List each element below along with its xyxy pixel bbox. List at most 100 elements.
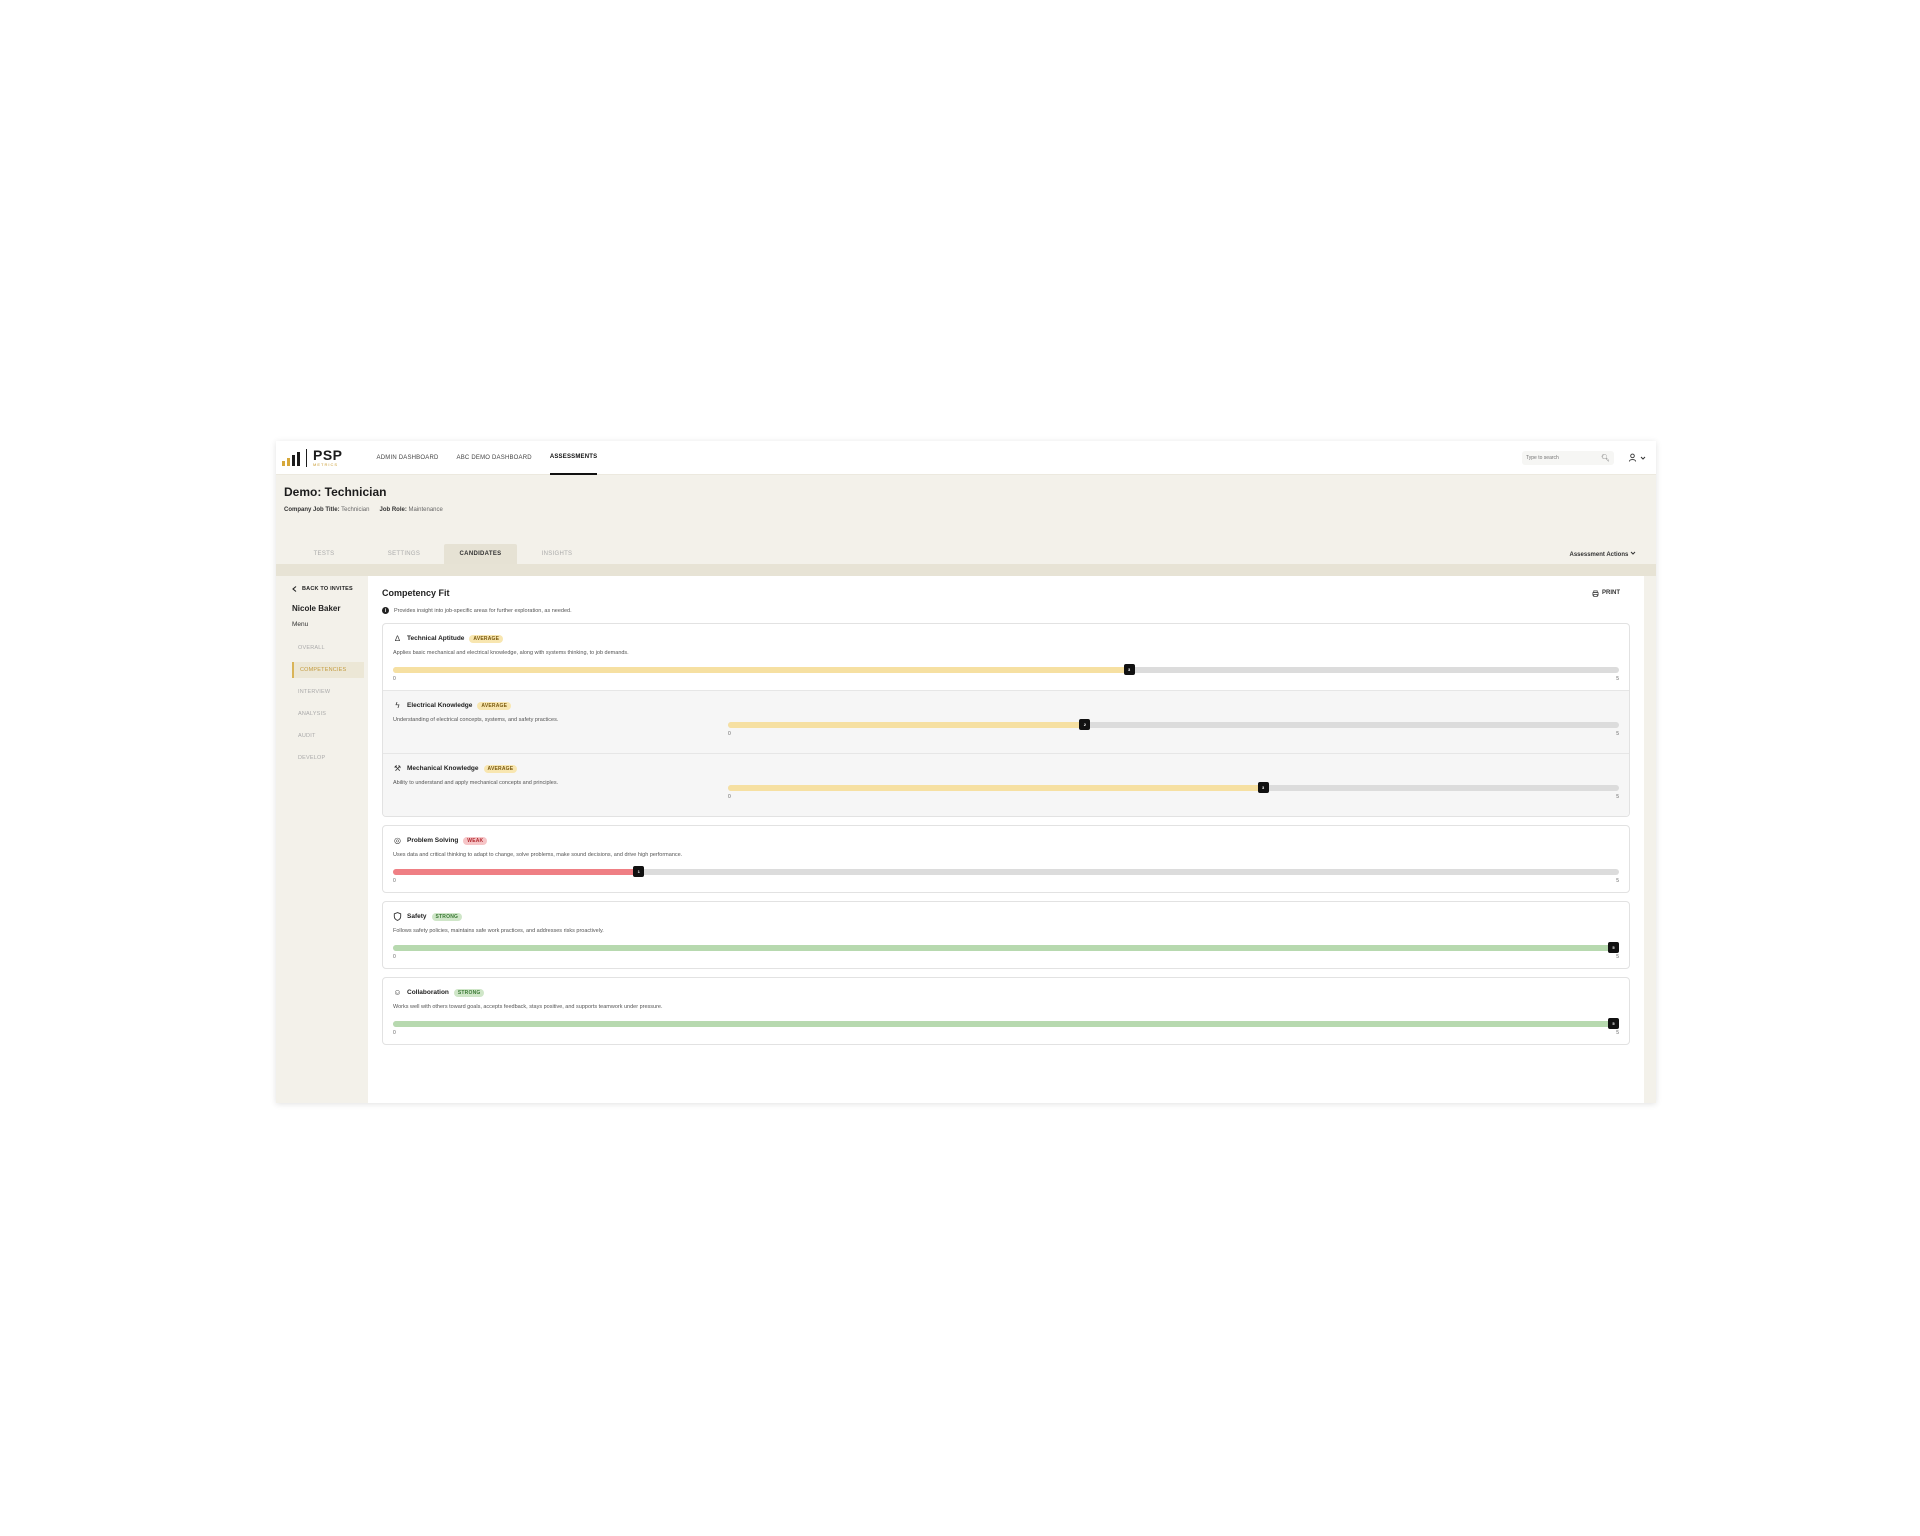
rating-badge: AVERAGE <box>477 701 512 710</box>
rating-badge: WEAK <box>463 836 488 845</box>
score-bar: 5 0 5 <box>393 1018 1619 1036</box>
scale-min: 0 <box>393 954 396 960</box>
scale-min: 0 <box>393 676 396 682</box>
top-nav: PSP METRICS ADMIN DASHBOARD ABC DEMO DAS… <box>276 441 1656 475</box>
competency-electrical-knowledge: ϟ Electrical Knowledge AVERAGE Understan… <box>383 690 1629 753</box>
score-marker: 3 <box>1257 782 1269 793</box>
competency-name: Electrical Knowledge <box>407 702 473 709</box>
score-bar: 5 0 5 <box>393 942 1619 960</box>
sidebar-item-competencies[interactable]: COMPETENCIES <box>292 662 364 678</box>
assessment-tabs: TESTS SETTINGS CANDIDATES INSIGHTS <box>284 544 597 564</box>
tab-insights[interactable]: INSIGHTS <box>517 544 597 564</box>
content-area: BACK TO INVITES Nicole Baker Menu OVERAL… <box>284 576 1644 1103</box>
job-title-label: Company Job Title: <box>284 507 340 513</box>
competency-mechanical-knowledge: ⚒︎ Mechanical Knowledge AVERAGE Ability … <box>383 753 1629 816</box>
print-button[interactable]: PRINT <box>1592 590 1620 597</box>
score-bar: 3 0 5 <box>393 664 1619 682</box>
score-track <box>728 722 1619 728</box>
lightning-icon: ϟ <box>395 701 400 710</box>
score-marker: 5 <box>1608 1018 1619 1029</box>
score-track <box>393 667 1619 673</box>
score-fill <box>393 1021 1619 1027</box>
tab-candidates[interactable]: CANDIDATES <box>444 544 517 564</box>
tab-settings[interactable]: SETTINGS <box>364 544 444 564</box>
score-track <box>728 785 1619 791</box>
rating-badge: AVERAGE <box>483 764 518 773</box>
competency-problem-solving: ◎ Problem Solving WEAK Uses data and cri… <box>383 826 1629 892</box>
competency-name: Problem Solving <box>407 837 459 844</box>
score-track <box>393 945 1619 951</box>
score-fill <box>728 785 1263 791</box>
user-menu[interactable] <box>1628 453 1646 462</box>
scale-max: 5 <box>1616 794 1619 800</box>
scale-max: 5 <box>1616 878 1619 884</box>
competency-card-collaboration: ☺︎ Collaboration STRONG Works well with … <box>382 977 1630 1045</box>
sidebar-menu: OVERALL COMPETENCIES INTERVIEW ANALYSIS … <box>292 640 364 766</box>
scale-min: 0 <box>728 731 731 737</box>
nav-abc-demo-dashboard[interactable]: ABC DEMO DASHBOARD <box>457 441 532 475</box>
competency-description: Follows safety policies, maintains safe … <box>393 928 604 934</box>
competency-panel: Competency Fit PRINT i Provides insight … <box>368 576 1644 1103</box>
competency-description: Works well with others toward goals, acc… <box>393 1004 663 1010</box>
score-marker: 2 <box>1079 719 1091 730</box>
scale-max: 5 <box>1616 731 1619 737</box>
competency-card-safety: Safety STRONG Follows safety policies, m… <box>382 901 1630 969</box>
printer-icon <box>1592 590 1599 597</box>
job-title-value: Technician <box>341 507 370 513</box>
score-marker: 3 <box>1123 664 1135 675</box>
competency-safety: Safety STRONG Follows safety policies, m… <box>383 902 1629 968</box>
competency-description: Uses data and critical thinking to adapt… <box>393 852 683 858</box>
nav-assessments[interactable]: ASSESSMENTS <box>549 441 598 475</box>
chevron-down-icon <box>1630 551 1636 555</box>
logo-divider <box>306 448 307 467</box>
score-marker: 5 <box>1608 942 1619 953</box>
score-fill <box>728 722 1085 728</box>
logo-text: PSP <box>313 447 343 463</box>
info-icon: i <box>382 607 389 614</box>
search-icon[interactable]: 🔍︎ <box>1601 454 1610 462</box>
sidebar-item-interview[interactable]: INTERVIEW <box>292 684 364 700</box>
scale-min: 0 <box>393 1030 396 1036</box>
page-title: Demo: Technician <box>284 485 387 499</box>
sidebar-item-audit[interactable]: AUDIT <box>292 728 364 744</box>
page-header: Demo: Technician Company Job Title: Tech… <box>276 475 1656 564</box>
competency-name: Collaboration <box>407 989 449 996</box>
logo-subtext: METRICS <box>313 462 338 467</box>
wrench-icon: ⚒︎ <box>393 764 402 773</box>
nav-links: ADMIN DASHBOARD ABC DEMO DASHBOARD ASSES… <box>377 441 598 475</box>
candidate-sidebar: BACK TO INVITES Nicole Baker Menu OVERAL… <box>284 576 368 1103</box>
score-track <box>393 1021 1619 1027</box>
scale-min: 0 <box>393 878 396 884</box>
people-icon: ☺︎ <box>393 988 402 997</box>
competency-name: Mechanical Knowledge <box>407 765 479 772</box>
back-to-invites-link[interactable]: BACK TO INVITES <box>292 586 364 592</box>
chevron-left-icon <box>292 586 297 592</box>
sidebar-item-overall[interactable]: OVERALL <box>292 640 364 656</box>
rating-badge: AVERAGE <box>469 634 504 643</box>
nav-admin-dashboard[interactable]: ADMIN DASHBOARD <box>377 441 439 475</box>
competency-card-problem-solving: ◎ Problem Solving WEAK Uses data and cri… <box>382 825 1630 893</box>
app-window: PSP METRICS ADMIN DASHBOARD ABC DEMO DAS… <box>276 441 1656 1103</box>
menu-label: Menu <box>292 621 309 628</box>
header-band <box>276 564 1656 576</box>
info-note: i Provides insight into job-specific are… <box>382 607 1630 614</box>
brain-icon: ◎ <box>394 836 401 845</box>
score-fill <box>393 945 1619 951</box>
tab-tests[interactable]: TESTS <box>284 544 364 564</box>
search-box: 🔍︎ <box>1522 450 1614 465</box>
back-label: BACK TO INVITES <box>302 586 353 592</box>
competency-collaboration: ☺︎ Collaboration STRONG Works well with … <box>383 978 1629 1044</box>
scale-max: 5 <box>1616 954 1619 960</box>
scale-max: 5 <box>1616 1030 1619 1036</box>
chevron-down-icon <box>1640 456 1646 460</box>
scale-min: 0 <box>728 794 731 800</box>
competency-name: Safety <box>407 913 427 920</box>
psp-logo[interactable]: PSP METRICS <box>282 448 343 467</box>
sidebar-item-analysis[interactable]: ANALYSIS <box>292 706 364 722</box>
info-text: Provides insight into job-specific areas… <box>394 607 572 614</box>
search-input[interactable] <box>1526 454 1602 461</box>
assessment-actions-dropdown[interactable]: Assessment Actions <box>1570 550 1636 558</box>
score-bar: 1 0 5 <box>393 866 1619 884</box>
sidebar-item-develop[interactable]: DEVELOP <box>292 750 364 766</box>
score-bar: 2 0 5 <box>728 719 1619 737</box>
